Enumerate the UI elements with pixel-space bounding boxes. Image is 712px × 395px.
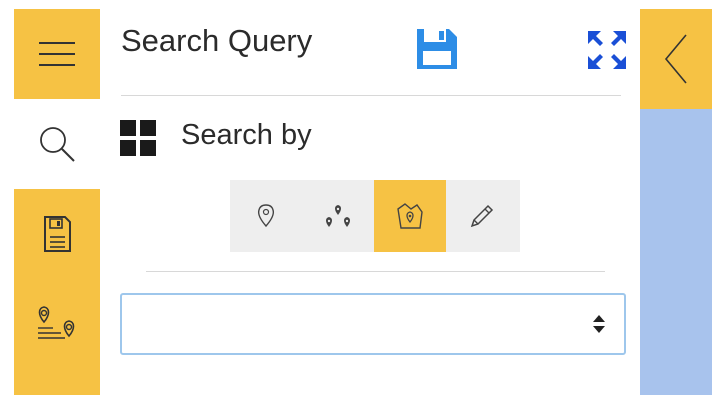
app-frame: Search Query Search by (0, 0, 712, 395)
menu-icon (39, 42, 75, 66)
draw-search-button[interactable] (446, 180, 518, 252)
search-mode-group (230, 180, 520, 252)
left-rail (14, 9, 100, 395)
expand-icon (588, 31, 626, 69)
route-icon (38, 306, 75, 339)
saved-queries-tab[interactable] (14, 189, 100, 279)
panel-title: Search Query (121, 23, 313, 58)
mode-divider (146, 271, 605, 272)
menu-button[interactable] (14, 9, 100, 99)
sort-arrows-icon (593, 315, 605, 333)
collapse-panel-button[interactable] (640, 9, 712, 109)
multi-point-search-button[interactable] (302, 180, 374, 252)
point-pin-icon (257, 204, 275, 228)
multi-point-icon (326, 205, 350, 227)
expand-button[interactable] (584, 27, 630, 73)
query-select[interactable] (120, 293, 626, 355)
area-search-button[interactable] (374, 180, 446, 252)
draw-pencil-icon (470, 204, 494, 228)
search-tab[interactable] (14, 99, 100, 189)
route-tab[interactable] (14, 279, 100, 369)
point-search-button[interactable] (230, 180, 302, 252)
search-icon (40, 127, 75, 162)
area-polygon-icon (397, 203, 423, 229)
saved-queries-icon (44, 216, 71, 252)
search-by-label: Search by (181, 119, 312, 151)
grid-icon (120, 120, 156, 161)
save-query-button[interactable] (415, 27, 459, 71)
header-divider (121, 95, 621, 96)
search-query-panel: Search Query Search by (100, 9, 640, 395)
save-icon (417, 29, 457, 69)
chevron-left-icon (664, 34, 687, 84)
